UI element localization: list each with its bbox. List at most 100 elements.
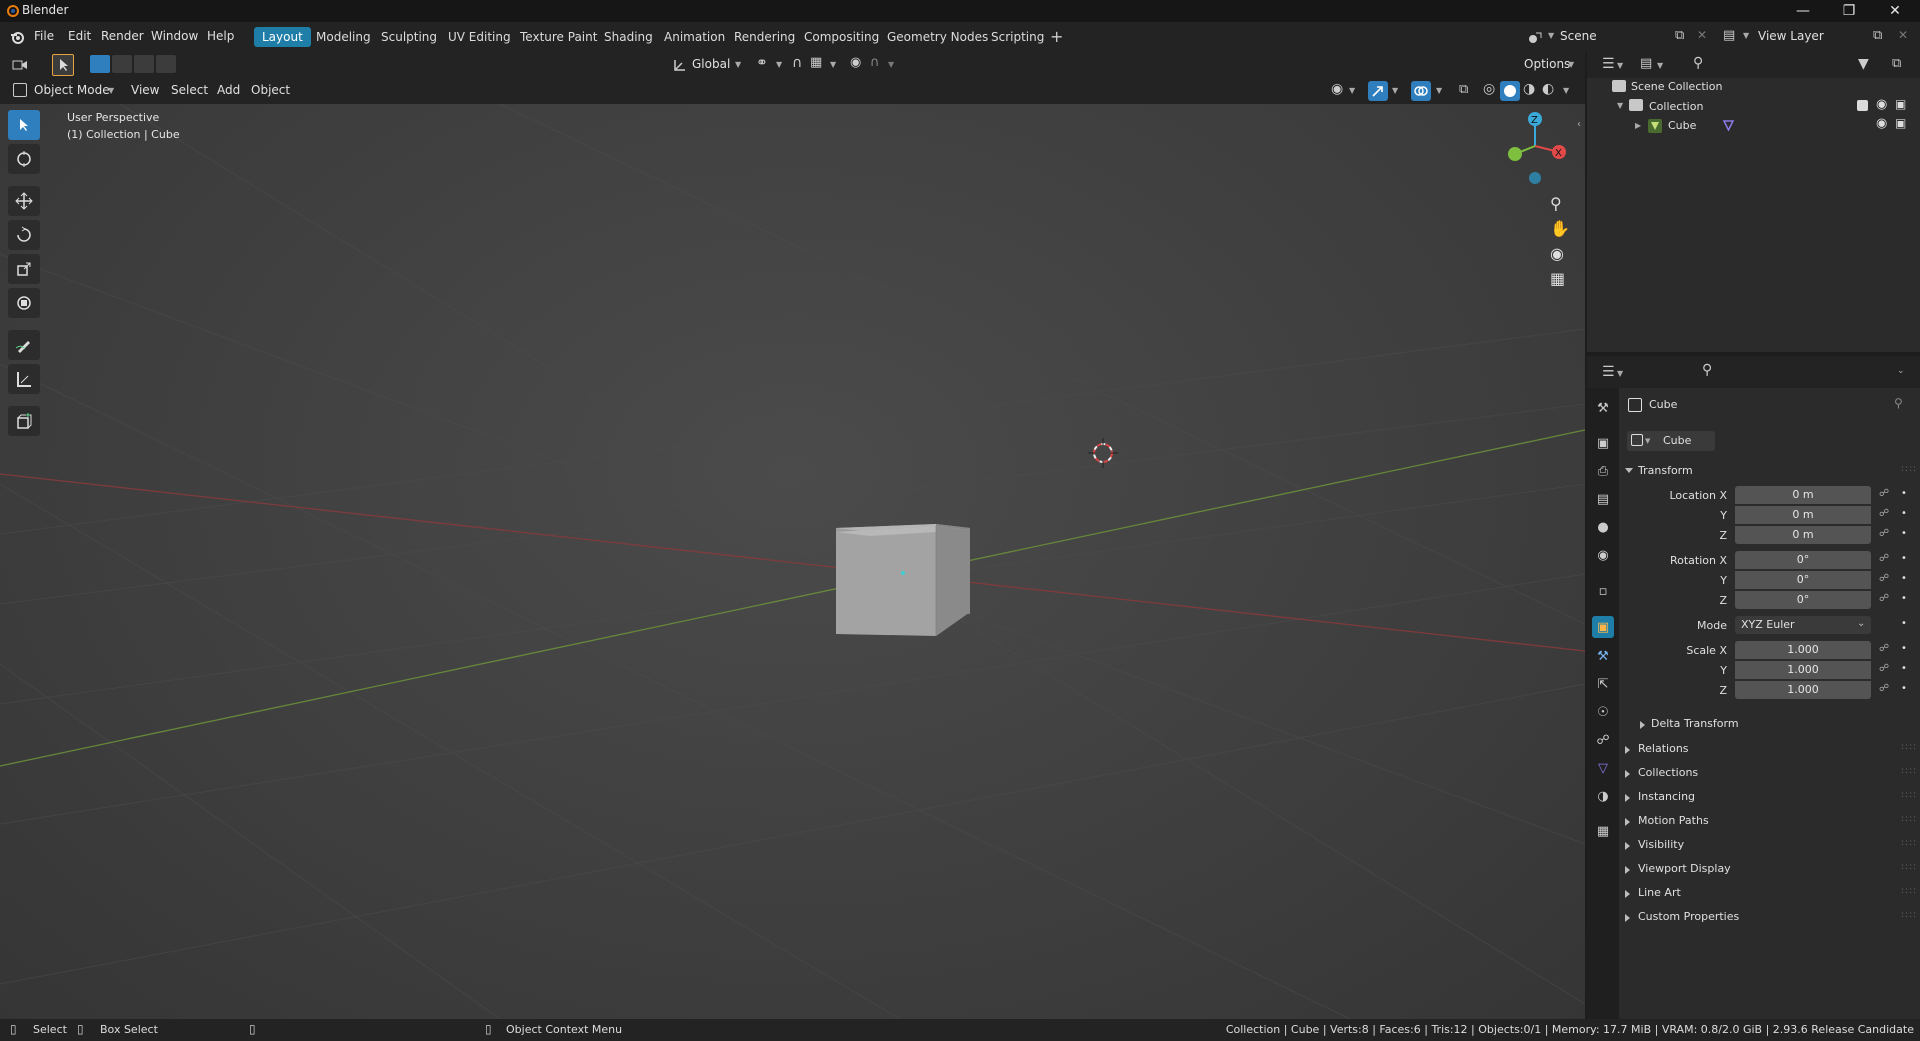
add-cube-tool[interactable] bbox=[8, 406, 40, 436]
transform-title[interactable]: Transform bbox=[1638, 464, 1693, 477]
chevron-down-icon[interactable]: ▼ bbox=[1617, 61, 1623, 70]
editor-type-icon[interactable]: ☰ bbox=[1602, 56, 1615, 72]
menu-help[interactable]: Help bbox=[207, 29, 234, 43]
lock-icon[interactable]: ☍ bbox=[1879, 663, 1889, 674]
solid-shading-button[interactable] bbox=[1500, 81, 1520, 101]
visibility-panel[interactable]: Visibility bbox=[1638, 838, 1684, 851]
chevron-down-icon[interactable]: ▼ bbox=[830, 60, 836, 69]
lock-icon[interactable]: ☍ bbox=[1879, 528, 1889, 539]
zoom-icon[interactable]: ⚲ bbox=[1550, 194, 1570, 213]
editor-type-icon[interactable] bbox=[12, 58, 28, 72]
delete-view-layer-icon[interactable]: ✕ bbox=[1898, 28, 1908, 42]
filter-icon[interactable]: ▼ bbox=[1858, 56, 1869, 72]
output-tab-icon[interactable]: ⎙ bbox=[1592, 460, 1614, 482]
expand-arrow-icon[interactable] bbox=[1625, 746, 1630, 754]
tab-uv-editing[interactable]: UV Editing bbox=[440, 27, 519, 47]
material-tab-icon[interactable]: ◑ bbox=[1592, 785, 1614, 807]
delete-scene-icon[interactable]: ✕ bbox=[1697, 28, 1707, 42]
rotation-x-field[interactable]: 0° bbox=[1735, 551, 1871, 569]
lock-icon[interactable]: ☍ bbox=[1879, 683, 1889, 694]
scale-y-field[interactable]: 1.000 bbox=[1735, 661, 1871, 679]
menu-edit[interactable]: Edit bbox=[68, 29, 91, 43]
rotate-tool[interactable] bbox=[8, 220, 40, 250]
navigation-gizmo[interactable]: Z X bbox=[1495, 106, 1575, 186]
tab-animation[interactable]: Animation bbox=[656, 27, 733, 47]
select-set-button[interactable] bbox=[90, 55, 110, 73]
pan-hand-icon[interactable]: ✋ bbox=[1550, 219, 1570, 238]
chevron-down-icon[interactable]: ▼ bbox=[108, 86, 114, 95]
select-intersect-button[interactable] bbox=[156, 55, 176, 73]
cursor-tool[interactable] bbox=[8, 144, 40, 174]
drag-handle-icon[interactable]: :::: bbox=[1901, 862, 1917, 872]
drag-handle-icon[interactable]: :::: bbox=[1901, 766, 1917, 776]
view-layer-name[interactable]: View Layer bbox=[1758, 29, 1824, 43]
render-camera-icon[interactable]: ▣ bbox=[1895, 116, 1906, 130]
chevron-down-icon[interactable]: ▼ bbox=[1349, 86, 1355, 95]
chevron-down-icon[interactable]: ▼ bbox=[1392, 86, 1398, 95]
viewport-display-panel[interactable]: Viewport Display bbox=[1638, 862, 1731, 875]
restore-button[interactable]: ❐ bbox=[1826, 0, 1872, 22]
select-extend-button[interactable] bbox=[112, 55, 132, 73]
cube-label[interactable]: Cube bbox=[1668, 119, 1696, 132]
tab-texture-paint[interactable]: Texture Paint bbox=[512, 27, 605, 47]
lock-icon[interactable]: ☍ bbox=[1879, 508, 1889, 519]
collection-tab-icon[interactable]: ▫ bbox=[1592, 580, 1614, 602]
tab-shading[interactable]: Shading bbox=[596, 27, 661, 47]
visibility-icon[interactable]: ◉ bbox=[1331, 81, 1343, 97]
expand-arrow-icon[interactable] bbox=[1625, 770, 1630, 778]
rotation-y-field[interactable]: 0° bbox=[1735, 571, 1871, 589]
3d-viewport[interactable]: User Perspective (1) Collection | Cube Z… bbox=[0, 104, 1585, 1019]
modifier-tab-icon[interactable]: ⚒ bbox=[1592, 645, 1614, 667]
search-icon[interactable]: ⚲ bbox=[1702, 362, 1712, 378]
location-x-field[interactable]: 0 m bbox=[1735, 486, 1871, 504]
tab-compositing[interactable]: Compositing bbox=[796, 27, 887, 47]
lock-icon[interactable]: ☍ bbox=[1879, 553, 1889, 564]
chevron-down-icon[interactable]: ⌄ bbox=[1897, 366, 1905, 376]
menu-render[interactable]: Render bbox=[101, 29, 144, 43]
pivot-point-icon[interactable]: ⚭ bbox=[756, 55, 768, 71]
data-tab-icon[interactable]: ▽ bbox=[1592, 757, 1614, 779]
mesh-data-icon[interactable] bbox=[1722, 119, 1735, 132]
pin-icon[interactable]: ⚲ bbox=[1894, 396, 1903, 410]
cube-object[interactable] bbox=[836, 524, 970, 638]
lock-icon[interactable]: ☍ bbox=[1879, 593, 1889, 604]
keyframe-dot-icon[interactable]: • bbox=[1901, 643, 1907, 654]
keyframe-dot-icon[interactable]: • bbox=[1901, 618, 1907, 629]
render-tab-icon[interactable]: ▣ bbox=[1592, 432, 1614, 454]
location-y-field[interactable]: 0 m bbox=[1735, 506, 1871, 524]
blender-menu-icon[interactable] bbox=[10, 30, 25, 45]
lock-icon[interactable]: ☍ bbox=[1879, 573, 1889, 584]
active-tool-button[interactable] bbox=[52, 54, 74, 76]
scene-name[interactable]: Scene bbox=[1560, 29, 1597, 43]
view-layer-icon[interactable]: ▤ bbox=[1723, 28, 1735, 43]
collection-label[interactable]: Collection bbox=[1649, 100, 1703, 113]
object-tab-icon[interactable]: ▣ bbox=[1592, 616, 1614, 638]
collapse-arrow-icon[interactable]: ▼ bbox=[1617, 101, 1623, 110]
new-scene-icon[interactable]: ⧉ bbox=[1675, 28, 1684, 43]
camera-icon[interactable]: ◉ bbox=[1550, 244, 1570, 263]
select-box-tool[interactable] bbox=[8, 110, 40, 140]
xray-icon[interactable]: ⧉ bbox=[1459, 82, 1468, 97]
world-tab-icon[interactable]: ◉ bbox=[1592, 544, 1614, 566]
eye-icon[interactable]: ◉ bbox=[1876, 116, 1887, 131]
relations-panel[interactable]: Relations bbox=[1638, 742, 1689, 755]
drag-handle-icon[interactable]: :::: bbox=[1901, 790, 1917, 800]
drag-handle-icon[interactable]: :::: bbox=[1901, 910, 1917, 920]
instancing-panel[interactable]: Instancing bbox=[1638, 790, 1695, 803]
transform-tool[interactable] bbox=[8, 288, 40, 318]
tab-modeling[interactable]: Modeling bbox=[308, 27, 379, 47]
wireframe-shading-icon[interactable]: ◎ bbox=[1483, 81, 1495, 97]
tab-layout[interactable]: Layout bbox=[254, 27, 311, 47]
keyframe-dot-icon[interactable]: • bbox=[1901, 593, 1907, 604]
line-art-panel[interactable]: Line Art bbox=[1638, 886, 1681, 899]
scene-tab-icon[interactable]: ● bbox=[1592, 516, 1614, 538]
drag-handle-icon[interactable]: :::: bbox=[1901, 838, 1917, 848]
expand-arrow-icon[interactable] bbox=[1625, 818, 1630, 826]
move-tool[interactable] bbox=[8, 186, 40, 216]
chevron-down-icon[interactable]: ▼ bbox=[888, 60, 894, 69]
chevron-down-icon[interactable]: ▼ bbox=[1436, 86, 1442, 95]
custom-properties-panel[interactable]: Custom Properties bbox=[1638, 910, 1739, 923]
drag-handle-icon[interactable]: :::: bbox=[1901, 464, 1917, 474]
falloff-icon[interactable]: ∩ bbox=[870, 55, 880, 70]
annotate-tool[interactable] bbox=[8, 330, 40, 360]
